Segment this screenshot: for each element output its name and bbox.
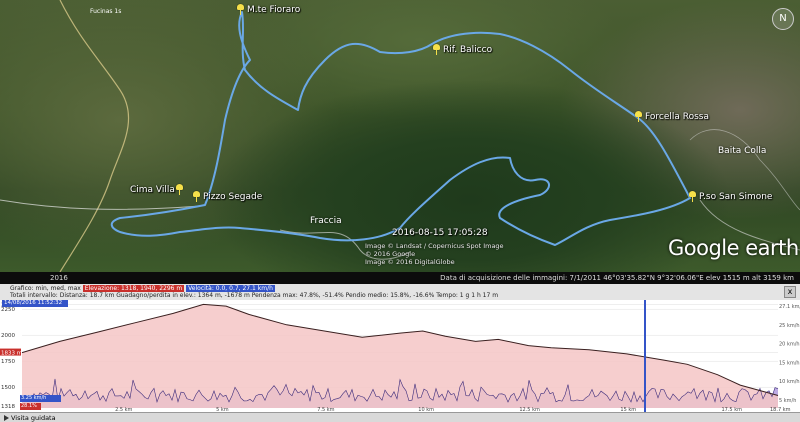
y-right-tick-label: 27.1 km/h bbox=[779, 304, 800, 310]
play-icon bbox=[4, 415, 9, 421]
logo-google: Google bbox=[668, 236, 740, 260]
cursor-speed-badge: 3.25 km/h bbox=[20, 395, 61, 402]
pushpin-icon bbox=[688, 191, 697, 202]
bottom-bar: Visita guidata bbox=[0, 412, 800, 422]
y-tick-label: 1318 bbox=[1, 404, 15, 410]
placemark-label: Rif. Balicco bbox=[443, 44, 493, 55]
profile-totals-row: Totali intervallo: Distanza: 18.7 km Gua… bbox=[10, 292, 499, 299]
y-right-tick-label: 20 km/h bbox=[779, 342, 800, 348]
placemark-label: Forcella Rossa bbox=[645, 111, 709, 122]
cursor-slope-badge: 28.1% bbox=[20, 403, 41, 410]
profile-summary-row: Grafico: min, med, max Elevazione: 1318,… bbox=[10, 285, 275, 292]
logo-earth: earth bbox=[745, 236, 799, 260]
placemark-cima-villa[interactable]: Cima Villa bbox=[128, 184, 184, 195]
elevation-area bbox=[22, 304, 778, 408]
placemark-label: P.so San Simone bbox=[699, 191, 773, 202]
right-axis: 27.1 km/h 25 km/h 20 km/h 15 km/h 10 km/h 5 k… bbox=[779, 304, 800, 404]
y-tick-label: 1500 bbox=[1, 385, 15, 391]
credit-line: © 2016 Google bbox=[365, 250, 416, 258]
imagery-credits: Image © Landsat / Copernicus Spot Image … bbox=[365, 242, 504, 266]
placemark-label: Cima Villa bbox=[130, 184, 175, 195]
guided-tour-button[interactable]: Visita guidata bbox=[4, 414, 56, 422]
placemark-forcella-rossa[interactable]: Forcella Rossa bbox=[634, 111, 709, 122]
placemark-label: M.te Fioraro bbox=[247, 4, 301, 15]
pushpin-icon bbox=[192, 191, 201, 202]
close-profile-button[interactable]: x bbox=[784, 286, 796, 298]
google-earth-window: Fucinas 1s N M.te Fioraro Rif. Balicco F… bbox=[0, 0, 800, 422]
map-label-fraccia: Fraccia bbox=[310, 216, 342, 226]
credit-line: Image © Landsat / Copernicus Spot Image bbox=[365, 242, 504, 250]
status-bar: 2016 Data di acquisizione delle immagini… bbox=[0, 272, 800, 284]
credit-line: Image © 2016 DigitalGlobe bbox=[365, 258, 455, 266]
gps-track bbox=[110, 11, 691, 246]
speed-toggle[interactable]: Velocità: 0.0, 0.7, 27.1 km/h bbox=[186, 285, 275, 292]
pushpin-icon bbox=[236, 4, 245, 15]
left-axis: 2296 m225020001833 m175015001318 bbox=[0, 302, 22, 410]
elevation-profile-chart[interactable]: 2296 m225020001833 m175015001318 27.1 km… bbox=[0, 300, 800, 412]
status-year: 2016 bbox=[50, 274, 68, 282]
profile-start-date: 14/08/2016 11:52:32 bbox=[2, 300, 68, 307]
placemark-pso-san-simone[interactable]: P.so San Simone bbox=[688, 191, 772, 202]
status-coordinates: Data di acquisizione delle immagini: 7/1… bbox=[440, 274, 794, 282]
y-right-tick-label: 5 km/h bbox=[779, 398, 796, 404]
y-tick-label: 1750 bbox=[1, 359, 15, 365]
placemark-pizzo-segade[interactable]: Pizzo Segade bbox=[192, 191, 262, 202]
elevation-profile-header: Grafico: min, med, max Elevazione: 1318,… bbox=[0, 284, 800, 300]
pushpin-icon bbox=[432, 44, 441, 55]
profile-svg: 2296 m225020001833 m175015001318 27.1 km… bbox=[0, 300, 800, 412]
placemark-rif-balicco[interactable]: Rif. Balicco bbox=[432, 44, 492, 55]
y-tick-label: 2000 bbox=[1, 333, 15, 339]
y-right-tick-label: 25 km/h bbox=[779, 323, 800, 329]
track-timestamp: 2016-08-15 17:05:28 bbox=[392, 228, 488, 238]
y-tick-label: 2250 bbox=[1, 307, 15, 313]
elevation-toggle[interactable]: Elevazione: 1318, 1940, 2296 m bbox=[82, 285, 185, 292]
google-earth-logo: Google earth bbox=[668, 236, 799, 260]
graph-prefix: Grafico: min, med, max bbox=[10, 285, 81, 292]
y-right-tick-label: 15 km/h bbox=[779, 360, 800, 366]
satellite-map-view[interactable]: Fucinas 1s N M.te Fioraro Rif. Balicco F… bbox=[0, 0, 800, 272]
pushpin-icon bbox=[634, 111, 643, 122]
y-right-tick-label: 10 km/h bbox=[779, 379, 800, 385]
placemark-label: Pizzo Segade bbox=[203, 191, 263, 202]
map-label-baita-colla: Baita Colla bbox=[718, 146, 767, 156]
pushpin-icon bbox=[175, 184, 184, 195]
placemark-mte-fioraro[interactable]: M.te Fioraro bbox=[236, 4, 300, 15]
y-tick-label: 1833 m bbox=[1, 351, 22, 357]
guided-tour-label: Visita guidata bbox=[11, 414, 56, 422]
compass-icon[interactable]: N bbox=[772, 8, 794, 30]
scale-label: Fucinas 1s bbox=[90, 8, 122, 15]
